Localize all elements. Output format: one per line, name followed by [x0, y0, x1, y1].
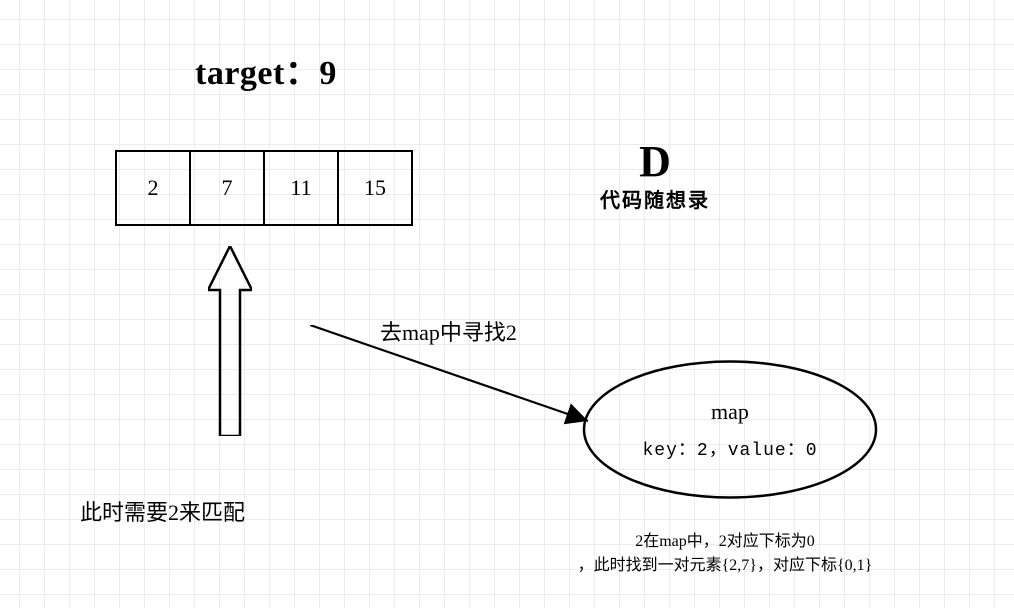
array-cell: 2	[115, 150, 191, 226]
pointer-up-arrow-icon	[208, 246, 252, 436]
diagram-canvas: target：9 2 7 11 15 此时需要2来匹配 去map中寻找2 map…	[0, 0, 1014, 608]
map-node: map key：2，value：0	[580, 358, 880, 501]
seek-arrow-icon	[310, 325, 600, 430]
array-container: 2 7 11 15	[115, 150, 413, 226]
map-title: map	[711, 399, 749, 425]
map-keyvalue: key：2，value：0	[642, 435, 817, 461]
array-cell: 11	[263, 150, 339, 226]
brand-logo-icon: D	[639, 140, 671, 184]
target-title: target：9	[195, 45, 337, 94]
right-caption: 2在map中，2对应下标为0 ，此时找到一对元素{2,7}，对应下标{0,1}	[510, 530, 940, 578]
right-caption-line: ，此时找到一对元素{2,7}，对应下标{0,1}	[578, 557, 873, 574]
brand-watermark: D 代码随想录	[575, 140, 735, 213]
right-caption-line: 2在map中，2对应下标为0	[635, 533, 815, 550]
array-cell: 7	[189, 150, 265, 226]
array-cell: 15	[337, 150, 413, 226]
brand-name: 代码随想录	[575, 184, 735, 213]
left-caption: 此时需要2来匹配	[80, 495, 245, 527]
